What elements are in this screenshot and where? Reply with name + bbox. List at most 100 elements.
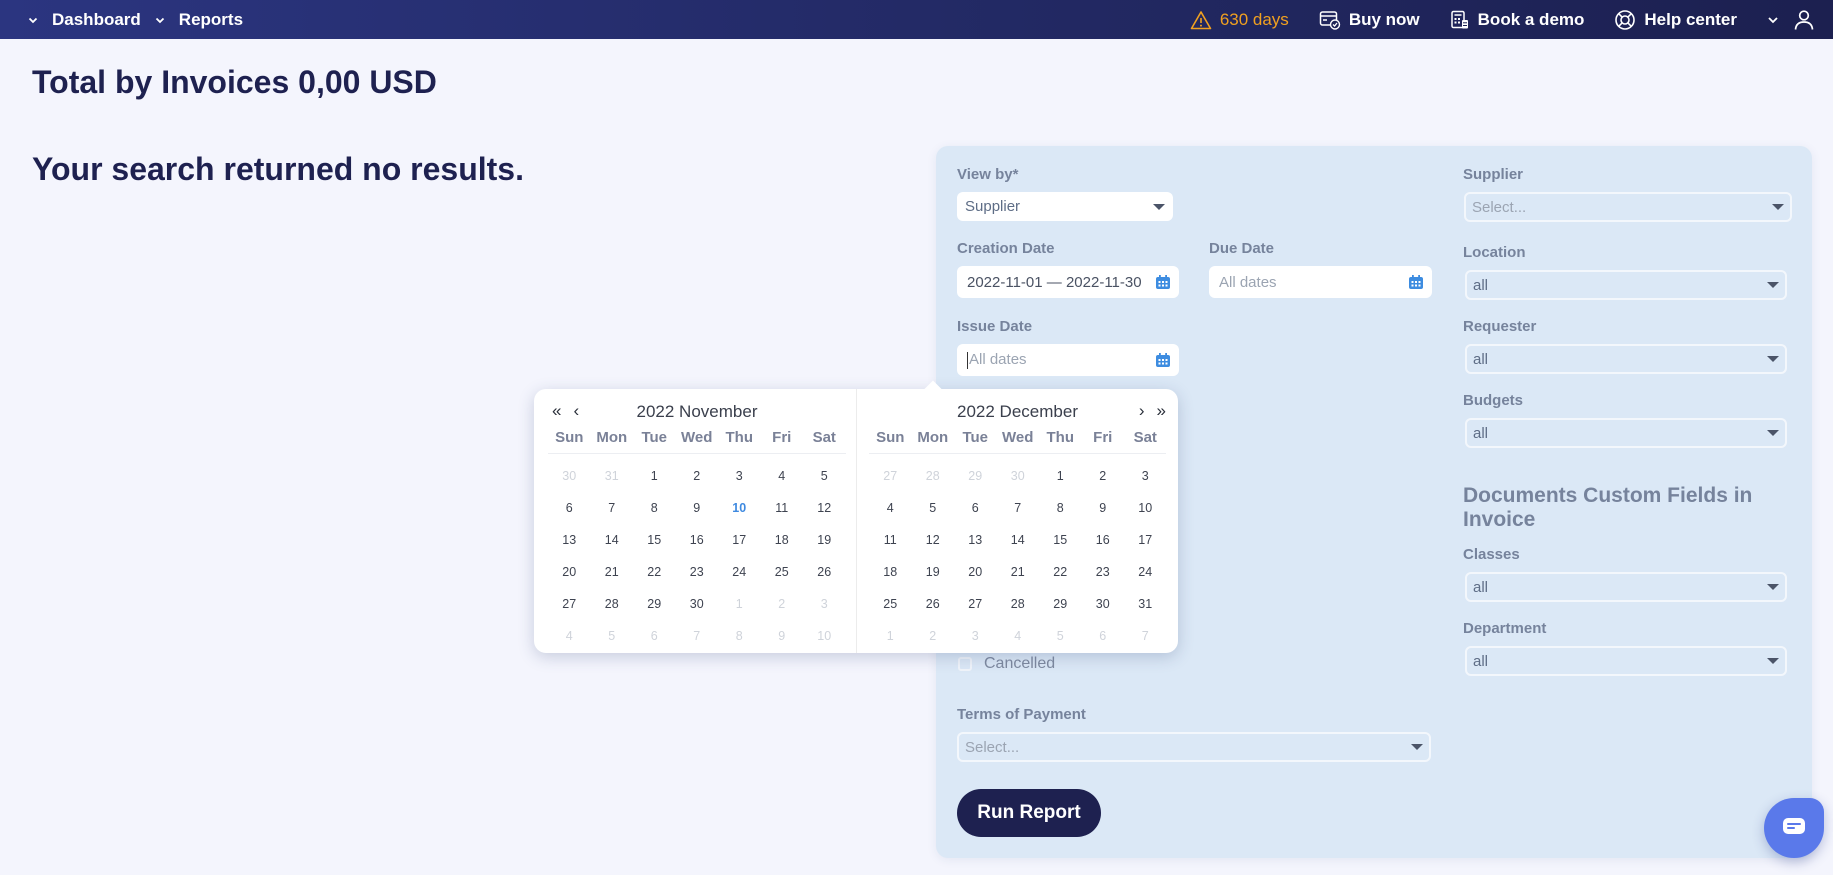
calendar-day-outside[interactable]: 4 xyxy=(548,620,591,652)
chat-widget-button[interactable] xyxy=(1764,798,1824,858)
due-date-input[interactable]: All dates xyxy=(1209,266,1432,298)
calendar-day-outside[interactable]: 10 xyxy=(803,620,846,652)
supplier-select[interactable]: Select... xyxy=(1464,192,1792,222)
calendar-day-outside[interactable]: 30 xyxy=(997,460,1040,492)
prev-month-button[interactable]: ‹ xyxy=(573,401,579,421)
user-icon[interactable] xyxy=(1793,9,1815,31)
calendar-day[interactable]: 9 xyxy=(676,492,719,524)
calendar-day-outside[interactable]: 29 xyxy=(954,460,997,492)
calendar-day-outside[interactable]: 8 xyxy=(718,620,761,652)
calendar-day[interactable]: 25 xyxy=(869,588,912,620)
calendar-day[interactable]: 22 xyxy=(1039,556,1082,588)
calendar-day[interactable]: 29 xyxy=(1039,588,1082,620)
calendar-day[interactable]: 27 xyxy=(548,588,591,620)
calendar-day[interactable]: 3 xyxy=(1124,460,1167,492)
calendar-day-outside[interactable]: 2 xyxy=(912,620,955,652)
calendar-day[interactable]: 26 xyxy=(912,588,955,620)
calendar-day[interactable]: 13 xyxy=(548,524,591,556)
calendar-day[interactable]: 4 xyxy=(761,460,804,492)
calendar-day[interactable]: 28 xyxy=(997,588,1040,620)
calendar-day[interactable]: 8 xyxy=(633,492,676,524)
calendar-day[interactable]: 20 xyxy=(954,556,997,588)
calendar-day[interactable]: 5 xyxy=(803,460,846,492)
prev-year-button[interactable]: « xyxy=(552,401,561,421)
calendar-day[interactable]: 6 xyxy=(548,492,591,524)
calendar-icon[interactable] xyxy=(1408,274,1424,290)
calendar-day[interactable]: 11 xyxy=(761,492,804,524)
calendar-day-outside[interactable]: 5 xyxy=(591,620,634,652)
classes-select[interactable]: all xyxy=(1465,572,1787,602)
calendar-day-outside[interactable]: 6 xyxy=(1082,620,1125,652)
calendar-icon[interactable] xyxy=(1155,274,1171,290)
calendar-day-today[interactable]: 10 xyxy=(718,492,761,524)
calendar-day-outside[interactable]: 1 xyxy=(718,588,761,620)
calendar-day[interactable]: 21 xyxy=(591,556,634,588)
calendar-day-outside[interactable]: 9 xyxy=(761,620,804,652)
calendar-day[interactable]: 12 xyxy=(803,492,846,524)
calendar-day[interactable]: 3 xyxy=(718,460,761,492)
calendar-day-outside[interactable]: 28 xyxy=(912,460,955,492)
calendar-day[interactable]: 10 xyxy=(1124,492,1167,524)
calendar-day[interactable]: 16 xyxy=(1082,524,1125,556)
calendar-day[interactable]: 8 xyxy=(1039,492,1082,524)
calendar-icon[interactable] xyxy=(1155,352,1171,368)
calendar-day[interactable]: 29 xyxy=(633,588,676,620)
creation-date-input[interactable]: 2022-11-01 — 2022-11-30 xyxy=(957,266,1179,298)
location-select[interactable]: all xyxy=(1465,270,1787,300)
calendar-day[interactable]: 28 xyxy=(591,588,634,620)
calendar-day[interactable]: 5 xyxy=(912,492,955,524)
calendar-day[interactable]: 24 xyxy=(1124,556,1167,588)
calendar-day[interactable]: 17 xyxy=(718,524,761,556)
calendar-day-outside[interactable]: 2 xyxy=(761,588,804,620)
department-select[interactable]: all xyxy=(1465,646,1787,676)
calendar-day[interactable]: 25 xyxy=(761,556,804,588)
calendar-day[interactable]: 24 xyxy=(718,556,761,588)
calendar-day[interactable]: 7 xyxy=(997,492,1040,524)
calendar-day[interactable]: 14 xyxy=(997,524,1040,556)
calendar-day-outside[interactable]: 7 xyxy=(676,620,719,652)
calendar-day[interactable]: 23 xyxy=(676,556,719,588)
book-demo-link[interactable]: Book a demo xyxy=(1450,10,1584,30)
calendar-day[interactable]: 4 xyxy=(869,492,912,524)
calendar-day[interactable]: 30 xyxy=(1082,588,1125,620)
calendar-day[interactable]: 19 xyxy=(803,524,846,556)
calendar-day-outside[interactable]: 6 xyxy=(633,620,676,652)
cancelled-checkbox-row[interactable]: Cancelled xyxy=(958,655,1055,673)
calendar-day[interactable]: 16 xyxy=(676,524,719,556)
calendar-day[interactable]: 11 xyxy=(869,524,912,556)
nav-dashboard[interactable]: Dashboard xyxy=(28,10,141,30)
calendar-day[interactable]: 12 xyxy=(912,524,955,556)
calendar-day[interactable]: 27 xyxy=(954,588,997,620)
calendar-day[interactable]: 26 xyxy=(803,556,846,588)
help-center-link[interactable]: Help center xyxy=(1614,9,1737,31)
calendar-day[interactable]: 19 xyxy=(912,556,955,588)
run-report-button[interactable]: Run Report xyxy=(957,789,1101,837)
calendar-day[interactable]: 13 xyxy=(954,524,997,556)
calendar-day[interactable]: 31 xyxy=(1124,588,1167,620)
buy-now-link[interactable]: Buy now xyxy=(1319,10,1420,30)
calendar-day[interactable]: 22 xyxy=(633,556,676,588)
calendar-day-outside[interactable]: 3 xyxy=(954,620,997,652)
chevron-down-icon[interactable] xyxy=(1767,15,1779,25)
calendar-day[interactable]: 9 xyxy=(1082,492,1125,524)
next-month-button[interactable]: › xyxy=(1139,401,1145,421)
calendar-day-outside[interactable]: 4 xyxy=(997,620,1040,652)
calendar-day-outside[interactable]: 5 xyxy=(1039,620,1082,652)
terms-of-payment-select[interactable]: Select... xyxy=(957,732,1431,762)
calendar-day-outside[interactable]: 3 xyxy=(803,588,846,620)
calendar-day[interactable]: 14 xyxy=(591,524,634,556)
calendar-day[interactable]: 15 xyxy=(1039,524,1082,556)
nav-reports[interactable]: Reports xyxy=(155,10,243,30)
issue-date-input[interactable]: All dates xyxy=(957,344,1179,376)
calendar-day-outside[interactable]: 30 xyxy=(548,460,591,492)
cancelled-checkbox[interactable] xyxy=(958,657,972,671)
calendar-day[interactable]: 1 xyxy=(633,460,676,492)
calendar-day[interactable]: 6 xyxy=(954,492,997,524)
calendar-day[interactable]: 18 xyxy=(869,556,912,588)
calendar-day[interactable]: 2 xyxy=(1082,460,1125,492)
calendar-day[interactable]: 30 xyxy=(676,588,719,620)
trial-days-link[interactable]: 630 days xyxy=(1190,10,1289,30)
view-by-select[interactable]: Supplier xyxy=(957,192,1173,221)
calendar-day[interactable]: 17 xyxy=(1124,524,1167,556)
next-year-button[interactable]: » xyxy=(1157,401,1166,421)
